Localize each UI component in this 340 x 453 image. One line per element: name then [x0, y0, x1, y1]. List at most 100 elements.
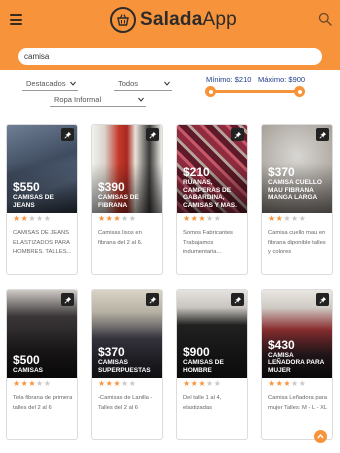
- product-card[interactable]: $210 RUANAS, CAMPERAS DE GABARDINA, CAMIS…: [176, 124, 248, 275]
- brand-logo[interactable]: SaladaApp: [110, 6, 237, 34]
- product-price: $210: [183, 165, 210, 179]
- star-icon: ★: [183, 379, 191, 388]
- product-description: -Camisas de Lanilla - Talles del 2 al 6: [98, 395, 153, 411]
- pin-icon[interactable]: [316, 293, 329, 306]
- product-card[interactable]: $390 CAMISAS DE FIBRANA ★★★★★ Camisas lisos…: [91, 124, 163, 275]
- pin-icon[interactable]: [146, 293, 159, 306]
- pin-icon[interactable]: [231, 293, 244, 306]
- star-icon: ★: [183, 214, 191, 223]
- product-description: Somos Fabricantes Trabajamos indumentari…: [183, 230, 233, 255]
- max-price-label: Máximo: $900: [258, 75, 306, 84]
- subcategory-select[interactable]: Ropa Informal: [50, 94, 146, 107]
- price-max-handle[interactable]: [294, 86, 305, 97]
- rating-stars: ★★★★★: [268, 214, 306, 223]
- star-icon: ★: [98, 379, 106, 388]
- star-icon: ★: [113, 214, 122, 223]
- star-icon: ★: [43, 214, 52, 223]
- product-image[interactable]: $550 CAMISAS DE JEANS: [7, 125, 77, 213]
- product-description: Del talle 1 al 4, elastizadas: [183, 395, 222, 411]
- pin-icon[interactable]: [316, 128, 329, 141]
- product-card[interactable]: $370 CAMISA CUELLO MAU FIBRANA MANGA LARG…: [261, 124, 333, 275]
- rating-stars: ★★★★★: [13, 379, 51, 388]
- chevron-down-icon: [70, 81, 76, 86]
- product-image[interactable]: $370 CAMISAS SUPERPUESTAS: [92, 290, 162, 378]
- product-price: $370: [268, 165, 295, 179]
- hamburger-menu-icon[interactable]: [10, 14, 22, 25]
- pin-icon[interactable]: [61, 293, 74, 306]
- product-description: Camisa cuello mau en fibrana diponible t…: [268, 230, 326, 255]
- search-icon[interactable]: [318, 12, 332, 26]
- product-card[interactable]: $430 CAMISA LEÑADORA PARA MUJER ★★★★★ Camis…: [261, 289, 333, 440]
- rating-stars: ★★★★★: [98, 214, 136, 223]
- star-icon: ★: [206, 214, 214, 223]
- star-icon: ★: [98, 214, 106, 223]
- product-title: CAMISAS DE FIBRANA: [98, 194, 139, 209]
- star-icon: ★: [268, 214, 276, 223]
- product-card[interactable]: $900 CAMISAS DE HOMBRE ★★★★★ Del talle 1 al…: [176, 289, 248, 440]
- product-price: $500: [13, 352, 40, 367]
- price-range-track[interactable]: [206, 90, 302, 93]
- min-price-label: Mínimo: $210: [206, 75, 252, 84]
- product-image[interactable]: $390 CAMISAS DE FIBRANA: [92, 125, 162, 213]
- star-icon: ★: [36, 379, 44, 388]
- pin-icon[interactable]: [61, 128, 74, 141]
- star-icon: ★: [28, 214, 37, 223]
- rating-stars: ★★★★★: [98, 379, 136, 388]
- star-icon: ★: [298, 214, 307, 223]
- product-description: Camisa Leñadora para mujer Talles: M - L…: [268, 395, 328, 411]
- star-icon: ★: [128, 379, 137, 388]
- chevron-down-icon: [138, 97, 144, 102]
- star-icon: ★: [283, 379, 292, 388]
- product-price: $370: [98, 345, 125, 359]
- star-icon: ★: [121, 214, 129, 223]
- product-price: $430: [268, 337, 295, 352]
- star-icon: ★: [206, 379, 214, 388]
- product-title: CAMISA CUELLO MAU FIBRANA MANGA LARGA: [268, 179, 322, 201]
- rating-stars: ★★★★★: [183, 379, 221, 388]
- product-description: Tela fibrana de primera talles del 2 al …: [13, 395, 73, 411]
- star-icon: ★: [13, 379, 21, 388]
- product-title: CAMISAS SUPERPUESTAS: [98, 359, 151, 374]
- star-icon: ★: [198, 379, 207, 388]
- star-icon: ★: [36, 214, 44, 223]
- product-image[interactable]: $210 RUANAS, CAMPERAS DE GABARDINA, CAMIS…: [177, 125, 247, 213]
- scroll-to-top-button[interactable]: [314, 430, 327, 443]
- product-price: $550: [13, 180, 40, 194]
- product-title: RUANAS, CAMPERAS DE GABARDINA, CAMISAS Y…: [183, 179, 237, 209]
- star-icon: ★: [283, 214, 292, 223]
- product-price: $900: [183, 345, 210, 359]
- star-icon: ★: [13, 214, 21, 223]
- chevron-down-icon: [164, 81, 170, 86]
- price-min-handle[interactable]: [205, 86, 216, 97]
- product-image[interactable]: $370 CAMISA CUELLO MAU FIBRANA MANGA LARG…: [262, 125, 332, 213]
- product-card[interactable]: $500 CAMISAS ★★★★★ Tela fibrana de primera …: [6, 289, 78, 440]
- sort-select[interactable]: Destacados: [22, 78, 78, 91]
- star-icon: ★: [213, 214, 222, 223]
- brand-name: SaladaApp: [140, 9, 237, 30]
- product-description: CAMISAS DE JEANS ELASTIZADOS PARA HOMBRE…: [13, 230, 72, 255]
- category-select[interactable]: Todos: [114, 78, 172, 91]
- product-image[interactable]: $900 CAMISAS DE HOMBRE: [177, 290, 247, 378]
- chevron-up-icon: [317, 434, 324, 439]
- sort-select-value: Destacados: [26, 79, 66, 88]
- star-icon: ★: [268, 379, 276, 388]
- star-icon: ★: [213, 379, 222, 388]
- subcategory-select-value: Ropa Informal: [54, 95, 102, 104]
- product-card[interactable]: $550 CAMISAS DE JEANS ★★★★★ CAMISAS DE JEAN…: [6, 124, 78, 275]
- product-title: CAMISA LEÑADORA PARA MUJER: [268, 351, 325, 374]
- product-image[interactable]: $500 CAMISAS: [7, 290, 77, 378]
- rating-stars: ★★★★★: [268, 379, 306, 388]
- star-icon: ★: [198, 214, 207, 223]
- product-image[interactable]: $430 CAMISA LEÑADORA PARA MUJER: [262, 290, 332, 378]
- pin-icon[interactable]: [146, 128, 159, 141]
- product-card[interactable]: $370 CAMISAS SUPERPUESTAS ★★★★★ -Camisas de…: [91, 289, 163, 440]
- category-select-value: Todos: [118, 79, 139, 88]
- pin-icon[interactable]: [231, 128, 244, 141]
- star-icon: ★: [291, 214, 299, 223]
- search-input[interactable]: [18, 48, 322, 65]
- product-description: Camisas lisos en fibrana del 2 al 6.: [98, 230, 143, 246]
- product-title: CAMISAS DE HOMBRE: [183, 359, 224, 374]
- product-title: CAMISAS: [13, 366, 43, 374]
- star-icon: ★: [28, 379, 37, 388]
- star-icon: ★: [113, 379, 122, 388]
